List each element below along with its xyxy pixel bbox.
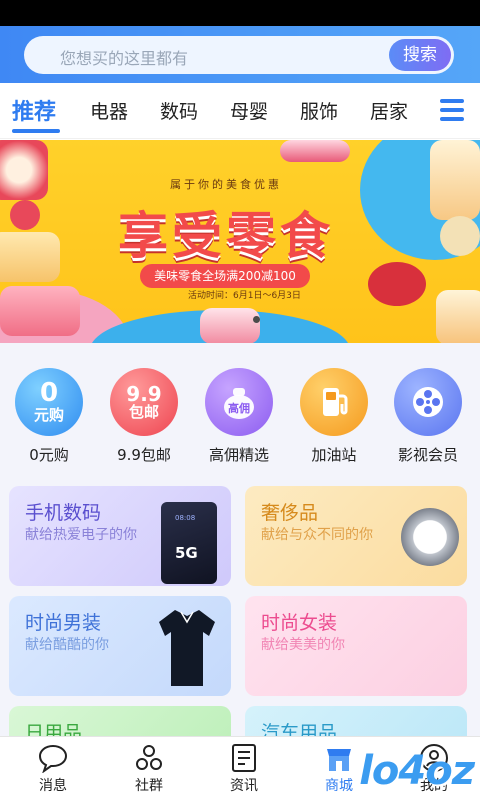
quick-entry-zero-buy[interactable]: 0 元购 0元购 [1, 368, 97, 468]
search-placeholder: 您想买的这里都有 [60, 49, 189, 68]
quick-entry-label: 影视会员 [397, 446, 458, 464]
card-subtitle: 献给酷酷的你 [25, 637, 109, 653]
card-womenswear[interactable]: 时尚女装 献给美美的你 [245, 596, 467, 696]
tab-home[interactable]: 居家 [370, 97, 408, 124]
promo-banner[interactable]: 属于你的美食优惠 享受零食 美味零食全场满200减100 活动时间：6月1日～6… [0, 140, 480, 343]
tab-active-indicator [12, 129, 60, 133]
card-title: 时尚女装 [261, 612, 338, 634]
site-watermark: lo4oz [359, 748, 475, 794]
card-subtitle: 献给热爱电子的你 [25, 527, 137, 543]
quick-entry-label: 高佣精选 [208, 446, 269, 464]
svg-text:高佣: 高佣 [228, 401, 250, 415]
film-reel-icon [394, 368, 462, 436]
zero-buy-icon: 0 元购 [15, 368, 83, 436]
card-title: 手机数码 [25, 502, 102, 524]
quick-entry-free-shipping[interactable]: 9.9 包邮 9.9包邮 [96, 368, 192, 468]
card-menswear[interactable]: 时尚男装 献给酷酷的你 [9, 596, 231, 696]
polo-shirt-image [159, 610, 215, 686]
nav-community[interactable]: 社群 [101, 743, 197, 799]
cake-image [436, 290, 480, 343]
shop-icon [327, 749, 351, 771]
nav-label: 消息 [39, 778, 67, 794]
cake-image [0, 140, 48, 200]
quick-entry-label: 加油站 [311, 446, 357, 464]
watch-image [401, 508, 459, 566]
banner-date: 活动时间：6月1日～6月3日 [188, 291, 301, 301]
strawberry-image [368, 262, 426, 306]
menu-icon[interactable] [440, 99, 464, 121]
category-tabs: 推荐 电器 数码 母婴 服饰 居家 [0, 83, 480, 139]
card-title: 时尚男装 [25, 612, 102, 634]
banner-ribbon: 美味零食全场满200减100 [140, 264, 310, 288]
quick-entry-high-commission[interactable]: 高佣 高佣精选 [191, 368, 287, 468]
quick-entry-label: 0元购 [29, 446, 69, 464]
quick-entry-gas-station[interactable]: 加油站 [286, 368, 382, 468]
card-title: 奢侈品 [261, 502, 319, 524]
cake-image [200, 308, 260, 343]
cake-image [0, 232, 60, 282]
fuel-pump-icon [300, 368, 368, 436]
tab-clothing[interactable]: 服饰 [300, 97, 338, 124]
quick-entry-label: 9.9包邮 [117, 446, 171, 464]
nav-news[interactable]: 资讯 [196, 743, 292, 799]
cake-image [280, 140, 350, 162]
quick-entry-video-vip[interactable]: 影视会员 [380, 368, 476, 468]
free-shipping-icon: 9.9 包邮 [110, 368, 178, 436]
tab-digital[interactable]: 数码 [160, 97, 198, 124]
strawberry-image [10, 200, 40, 230]
nav-messages[interactable]: 消息 [5, 743, 101, 799]
search-header: 您想买的这里都有 搜索 [0, 26, 480, 83]
community-icon [136, 745, 162, 770]
smartphone-image: 08:08 5G [161, 502, 217, 584]
quick-entry-row: 0 元购 0元购 9.9 包邮 9.9包邮 高佣 高佣精选 加油站 影视会员 [0, 368, 480, 468]
money-bag-icon: 高佣 [205, 368, 273, 436]
card-subtitle: 献给美美的你 [261, 637, 345, 653]
tab-recommend[interactable]: 推荐 [12, 94, 56, 126]
banner-title: 享受零食 [118, 206, 334, 265]
news-icon [232, 744, 256, 772]
crepe-image [440, 216, 480, 256]
cake-image [430, 140, 480, 220]
search-button[interactable]: 搜索 [389, 39, 451, 71]
chat-bubble-icon [38, 744, 68, 773]
tab-baby[interactable]: 母婴 [230, 97, 268, 124]
tab-appliances[interactable]: 电器 [90, 97, 128, 124]
nav-label: 社群 [135, 778, 163, 794]
card-subtitle: 献给与众不同的你 [261, 527, 373, 543]
status-bar [0, 0, 480, 26]
banner-subtitle: 属于你的美食优惠 [170, 178, 282, 191]
cake-image [0, 286, 80, 336]
card-luxury[interactable]: 奢侈品 献给与众不同的你 [245, 486, 467, 586]
carousel-indicator [253, 316, 260, 323]
nav-label: 资讯 [230, 778, 258, 794]
card-digital[interactable]: 手机数码 献给热爱电子的你 08:08 5G [9, 486, 231, 586]
search-input[interactable]: 您想买的这里都有 搜索 [24, 36, 454, 74]
